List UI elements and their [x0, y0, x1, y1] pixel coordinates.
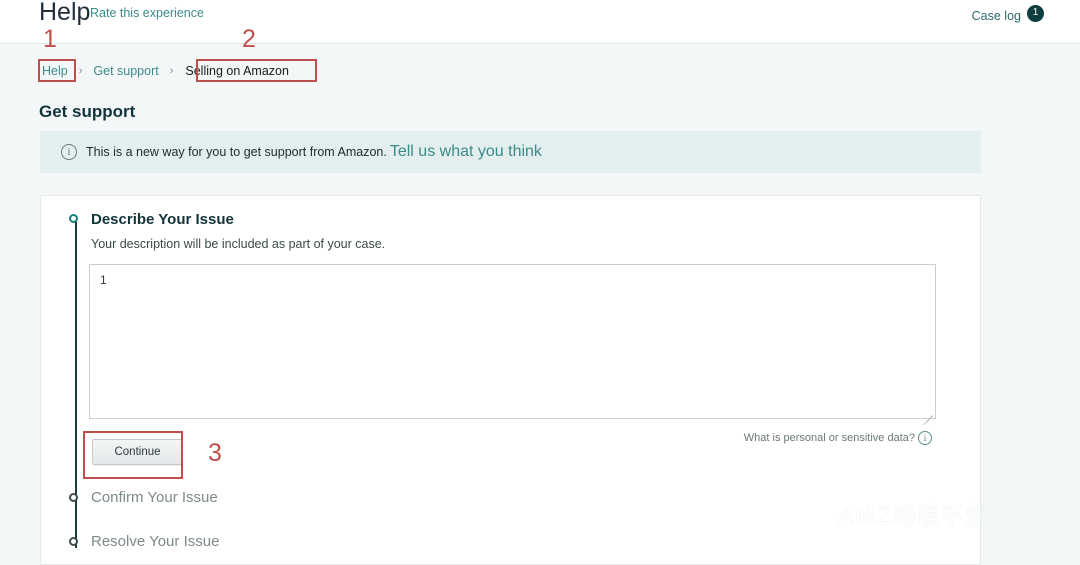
step-marker-confirm-issue [69, 493, 78, 502]
info-banner-text: This is a new way for you to get support… [86, 145, 387, 159]
info-circle-icon: i [61, 144, 77, 160]
step-marker-describe-issue [69, 214, 78, 223]
case-log-button[interactable]: Case log 1 [971, 4, 1044, 23]
page-title: Get support [39, 102, 136, 122]
breadcrumb-separator-icon: › [78, 65, 83, 77]
breadcrumb-item-help[interactable]: Help [40, 62, 70, 80]
step-subtitle-describe-issue: Your description will be included as par… [91, 237, 386, 251]
breadcrumb-item-selling-on-amazon[interactable]: Selling on Amazon [182, 62, 292, 80]
step-title-describe-issue: Describe Your Issue [91, 211, 234, 228]
issue-description-textarea[interactable] [89, 264, 936, 419]
breadcrumb-item-get-support[interactable]: Get support [91, 62, 160, 80]
tell-us-what-you-think-link[interactable]: Tell us what you think [390, 143, 542, 161]
continue-button[interactable]: Continue [92, 439, 183, 465]
page-header-title: Help [39, 0, 91, 26]
info-banner: i This is a new way for you to get suppo… [40, 131, 981, 173]
step-title-resolve-issue: Resolve Your Issue [91, 533, 220, 550]
case-log-count-badge: 1 [1027, 4, 1044, 22]
sensitive-data-label: What is personal or sensitive data? [743, 432, 915, 444]
info-circle-icon: i [918, 431, 932, 445]
support-form-card: Describe Your Issue Your description wil… [40, 195, 981, 565]
step-title-confirm-issue: Confirm Your Issue [91, 489, 218, 506]
rate-this-experience-link[interactable]: Rate this experience [90, 6, 204, 20]
top-header-bar: Help Rate this experience Case log 1 [0, 0, 1080, 44]
breadcrumb: Help › Get support › Selling on Amazon [40, 62, 292, 80]
step-marker-resolve-issue [69, 537, 78, 546]
what-is-sensitive-data-link[interactable]: What is personal or sensitive data? i [744, 431, 932, 445]
breadcrumb-separator-icon: › [169, 65, 174, 77]
case-log-label: Case log [971, 9, 1021, 23]
